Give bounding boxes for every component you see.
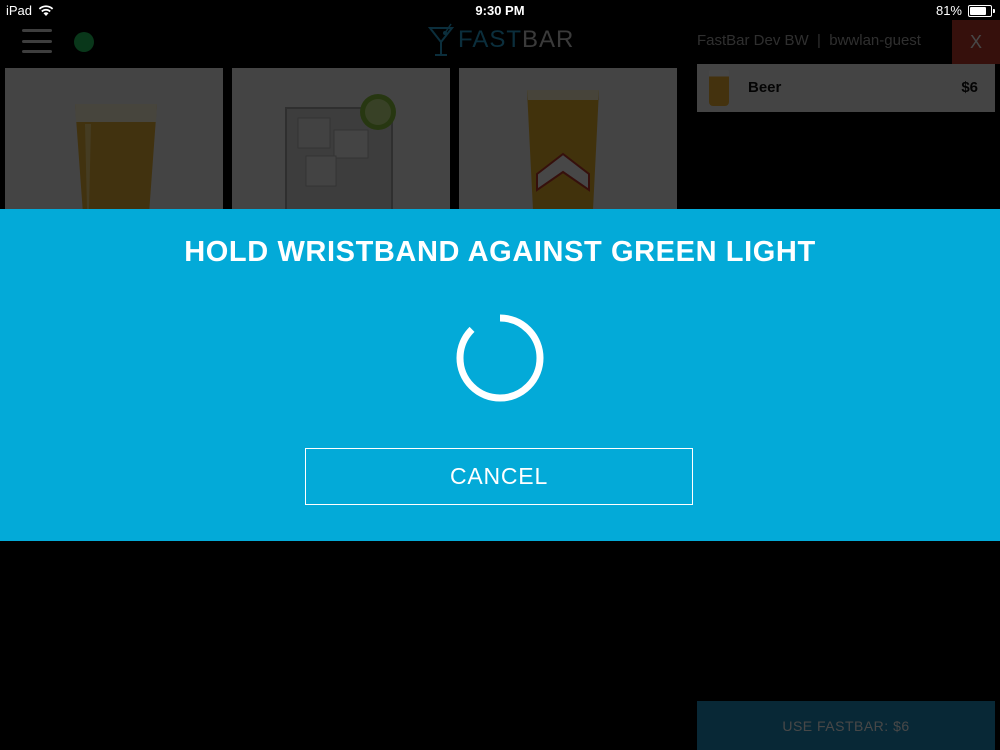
pilsner-glass-icon xyxy=(527,90,599,210)
use-fastbar-button[interactable]: USE FASTBAR: $6 xyxy=(697,701,995,750)
app-header: FAST BAR FastBar Dev BW | bwwlan-guest X xyxy=(0,20,1000,64)
logo-text-bar: BAR xyxy=(522,26,575,53)
hamburger-menu-icon[interactable] xyxy=(22,29,52,53)
martini-glass-icon xyxy=(428,23,454,56)
venue-network-label: FastBar Dev BW | bwwlan-guest xyxy=(697,32,921,49)
loading-spinner-icon xyxy=(456,314,544,402)
beer-glass-icon xyxy=(75,104,157,210)
status-right: 81% xyxy=(935,3,995,18)
battery-fill xyxy=(970,6,987,15)
prompt-title: HOLD WRISTBAND AGAINST GREEN LIGHT xyxy=(184,236,816,268)
status-bar: iPad 9:30 PM 81% xyxy=(0,0,1000,20)
fastbar-logo: FAST BAR xyxy=(428,22,574,58)
rocks-glass-lime-icon xyxy=(285,94,396,210)
beer-thumbnail-icon xyxy=(709,70,729,106)
logo-text-fast: FAST xyxy=(458,26,523,53)
cancel-button[interactable]: CANCEL xyxy=(305,448,693,505)
close-button[interactable]: X xyxy=(952,20,1000,64)
battery-icon xyxy=(968,4,995,17)
battery-percent: 81% xyxy=(935,3,962,18)
cart-item-price: $6 xyxy=(961,79,978,96)
product-tile-mixed-drink[interactable] xyxy=(232,68,450,210)
cart-item-name: Beer xyxy=(748,79,782,96)
cart-item[interactable]: Beer $6 xyxy=(697,64,995,112)
wristband-prompt-panel: HOLD WRISTBAND AGAINST GREEN LIGHT CANCE… xyxy=(0,209,1000,541)
clock: 9:30 PM xyxy=(475,3,525,18)
product-tile-beer[interactable] xyxy=(5,68,223,210)
connection-status-indicator xyxy=(74,32,94,52)
product-tile-budweiser[interactable] xyxy=(459,68,677,210)
